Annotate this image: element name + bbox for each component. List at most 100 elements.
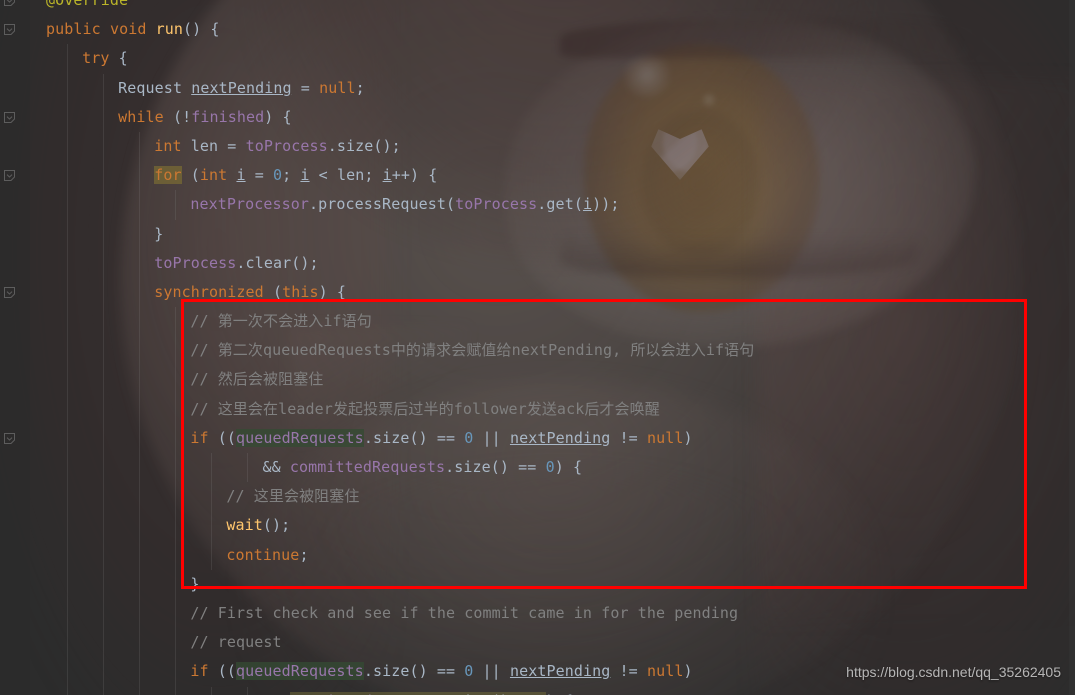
indent-guide bbox=[103, 540, 105, 570]
code-editor-window[interactable]: @Override public void run() {try {Request… bbox=[0, 0, 1075, 695]
indent-guide bbox=[67, 161, 69, 191]
indent-guide bbox=[211, 686, 213, 695]
indent-guide bbox=[103, 394, 105, 424]
code-line[interactable]: } bbox=[30, 569, 1075, 599]
code-token: () { bbox=[183, 20, 220, 39]
code-token: (( bbox=[208, 662, 236, 681]
indent-guide bbox=[67, 540, 69, 570]
code-token: ) { bbox=[318, 282, 347, 301]
code-line[interactable]: nextProcessor.processRequest(toProcess.g… bbox=[30, 190, 1075, 220]
indent-guide bbox=[103, 569, 105, 599]
code-token: // First check and see if the commit cam… bbox=[190, 603, 739, 622]
indent-guide bbox=[103, 598, 105, 629]
code-token: // 这里会被阻塞住 bbox=[226, 487, 360, 506]
code-token: null bbox=[319, 78, 356, 97]
indent-guide bbox=[67, 73, 69, 103]
code-fold-marker-icon[interactable] bbox=[4, 24, 15, 36]
indent-guide bbox=[175, 394, 177, 424]
code-token: @Override bbox=[46, 0, 129, 9]
indent-guide bbox=[103, 219, 105, 249]
code-line[interactable]: } bbox=[30, 219, 1075, 249]
code-token: ; bbox=[355, 78, 365, 97]
indent-guide bbox=[139, 219, 141, 249]
code-token: queuedRequests bbox=[235, 662, 364, 681]
indent-guide bbox=[139, 540, 141, 570]
indent-guide bbox=[175, 569, 177, 599]
editor-gutter[interactable] bbox=[0, 0, 30, 695]
code-token: // 然后会被阻塞住 bbox=[190, 370, 324, 389]
code-line[interactable]: public void run() { bbox=[30, 15, 1075, 44]
code-line[interactable]: // 这里会被阻塞住 bbox=[30, 482, 1075, 512]
code-token: .size() == bbox=[363, 662, 465, 681]
indent-guide bbox=[103, 131, 105, 162]
code-token: .get( bbox=[537, 195, 583, 214]
code-token: this bbox=[282, 282, 319, 301]
indent-guide bbox=[67, 131, 69, 162]
code-token: i bbox=[382, 166, 392, 185]
code-token: )); bbox=[592, 195, 620, 214]
code-fold-marker-icon[interactable] bbox=[4, 0, 15, 6]
code-line[interactable]: && committedRequests.size() > 0) { bbox=[30, 686, 1075, 695]
code-token: ) { bbox=[264, 107, 292, 126]
code-token: { bbox=[109, 49, 128, 68]
indent-guide bbox=[67, 511, 69, 541]
code-token: finished bbox=[191, 107, 265, 126]
code-line[interactable]: // 然后会被阻塞住 bbox=[30, 365, 1075, 395]
indent-guide bbox=[211, 540, 213, 570]
indent-guide bbox=[247, 453, 249, 483]
code-line[interactable]: try { bbox=[30, 44, 1075, 74]
code-fold-marker-icon[interactable] bbox=[4, 287, 15, 298]
indent-guide bbox=[67, 365, 69, 395]
code-line[interactable]: wait(); bbox=[30, 511, 1075, 541]
code-line[interactable]: // request bbox=[30, 628, 1075, 658]
code-token: ++) { bbox=[391, 166, 438, 185]
code-token: .size() > bbox=[445, 691, 537, 695]
indent-guide bbox=[175, 307, 177, 337]
indent-guide bbox=[211, 482, 213, 512]
code-line[interactable]: && committedRequests.size() == 0) { bbox=[30, 453, 1075, 483]
code-token: i bbox=[582, 195, 593, 214]
code-line[interactable]: // 第一次不会进入if语句 bbox=[30, 307, 1075, 337]
indent-guide bbox=[175, 657, 177, 687]
code-fold-marker-icon[interactable] bbox=[4, 433, 15, 444]
indent-guide bbox=[175, 482, 177, 512]
indent-guide bbox=[175, 511, 177, 541]
code-token: nextPending bbox=[509, 662, 611, 681]
indent-guide bbox=[139, 628, 141, 658]
code-line[interactable]: synchronized (this) { bbox=[30, 277, 1075, 308]
code-line[interactable]: // 第二次queuedRequests中的请求会赋值给nextPending,… bbox=[30, 336, 1075, 366]
code-token: // 第二次queuedRequests中的请求会赋值给nextPending,… bbox=[190, 341, 755, 360]
code-line[interactable]: @Override bbox=[30, 0, 1075, 15]
code-token: void bbox=[109, 20, 147, 39]
indent-guide bbox=[139, 423, 141, 453]
indent-guide bbox=[103, 453, 105, 483]
code-line[interactable]: int len = toProcess.size(); bbox=[30, 131, 1075, 162]
indent-guide bbox=[139, 190, 141, 220]
code-fold-marker-icon[interactable] bbox=[4, 170, 15, 182]
code-line[interactable]: // 这里会在leader发起投票后过半的follower发送ack后才会唤醒 bbox=[30, 394, 1075, 424]
code-line[interactable]: if ((queuedRequests.size() == 0 || nextP… bbox=[30, 423, 1075, 453]
code-token: run bbox=[155, 20, 184, 39]
indent-guide bbox=[247, 686, 249, 695]
code-line[interactable]: // First check and see if the commit cam… bbox=[30, 598, 1075, 629]
code-line[interactable]: toProcess.clear(); bbox=[30, 248, 1075, 278]
code-content[interactable]: @Override public void run() {try {Request… bbox=[30, 0, 1075, 695]
indent-guide bbox=[175, 628, 177, 658]
code-token: != bbox=[610, 662, 647, 681]
indent-guide bbox=[175, 190, 177, 220]
code-fold-marker-icon[interactable] bbox=[4, 111, 15, 123]
indent-guide bbox=[103, 336, 105, 366]
code-token: queuedRequests bbox=[235, 428, 364, 447]
code-line[interactable]: continue; bbox=[30, 540, 1075, 570]
vertical-scrollbar[interactable] bbox=[1069, 0, 1075, 695]
indent-guide bbox=[175, 453, 177, 483]
code-line[interactable]: Request nextPending = null; bbox=[30, 73, 1075, 103]
code-token: = bbox=[291, 78, 320, 97]
code-line[interactable]: while (!finished) { bbox=[30, 102, 1075, 132]
code-token: if bbox=[190, 428, 209, 447]
code-token: < len; bbox=[309, 166, 383, 185]
code-token: committedRequests bbox=[289, 691, 446, 695]
code-line[interactable]: for (int i = 0; i < len; i++) { bbox=[30, 161, 1075, 191]
indent-guide bbox=[67, 423, 69, 453]
code-token: Request bbox=[118, 78, 192, 97]
